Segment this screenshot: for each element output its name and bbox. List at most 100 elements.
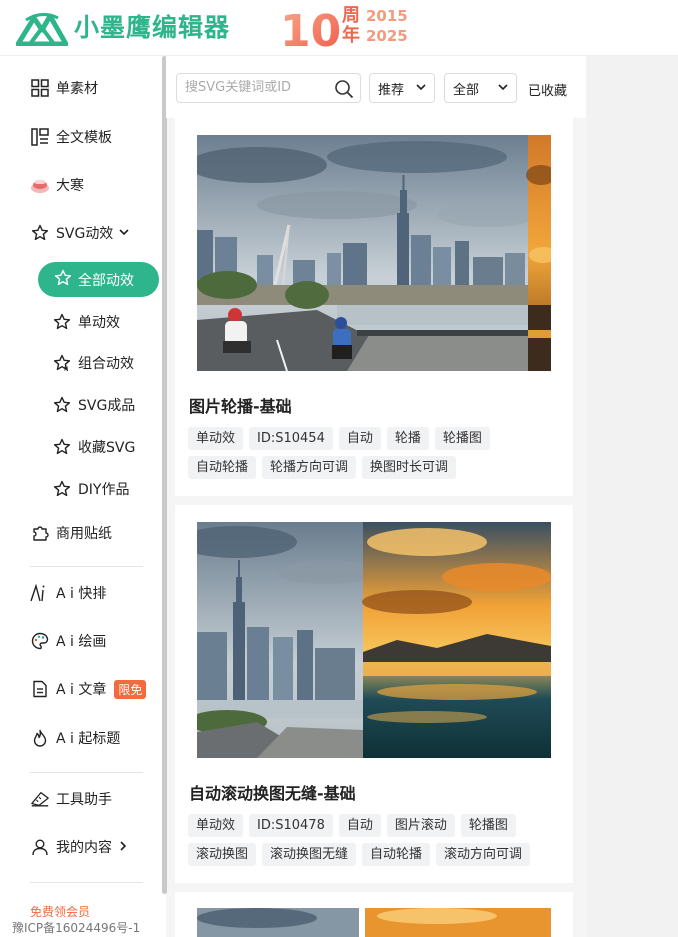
sub-item-combo-effect[interactable]: N 组合动效 [52,351,134,375]
logo-icon[interactable] [16,10,68,46]
sort-select[interactable]: 推荐 [369,73,435,103]
year-start: 2015 [366,7,408,25]
tag[interactable]: ID:S10478 [249,814,333,837]
right-blank-area [586,56,678,937]
chevron-down-icon [416,81,426,96]
svg-text:N: N [64,366,69,372]
anniversary-char-1: 周 [342,5,360,26]
card-preview-image[interactable] [197,522,551,758]
card-title[interactable]: 自动滚动换图无缝-基础 [189,780,356,804]
sidebar-item-label: A i 快排 [56,586,107,602]
sidebar-item-stickers[interactable]: 商用贴纸 [30,521,112,545]
puzzle-icon [30,523,50,543]
tag[interactable]: 单动效 [188,814,244,837]
sub-item-single-effect[interactable]: 单动效 [52,310,120,334]
user-icon [30,837,50,857]
sidebar-item-my-content[interactable]: 我的内容 [30,835,128,859]
sidebar-scrollbar[interactable] [162,56,167,894]
sidebar-item-label: SVG动效 [56,226,114,242]
sidebar-item-svg-effects[interactable]: SVG动效 [30,221,129,245]
free-vip-link[interactable]: 免费领会员 [30,903,90,917]
tag[interactable]: 轮播 [386,427,429,450]
content-scrollbar[interactable] [580,118,586,937]
sidebar-item-dahan[interactable]: 大寒 [30,173,84,197]
year-end: 2025 [366,27,408,45]
search-icon[interactable] [334,79,354,99]
tag[interactable]: 滚动换图无缝 [262,843,357,866]
sidebar-item-label: 商用贴纸 [56,526,112,542]
sort-select-value: 推荐 [378,82,405,98]
sidebar-item-label: A i 起标题 [56,731,121,747]
sub-item-label: 收藏SVG [78,440,136,456]
sub-item-label: 单动效 [78,315,120,331]
sub-item-favorite-svg[interactable]: 收藏SVG [52,435,135,459]
sub-item-all-effects[interactable]: 全部动效 [38,262,159,297]
tag[interactable]: 滚动方向可调 [436,843,531,866]
category-select[interactable]: 全部 [444,73,517,103]
anniversary-number: 10 [280,6,340,50]
star-icon [30,223,50,243]
star-icon [52,312,72,332]
tag[interactable]: 自动 [338,814,381,837]
tag[interactable]: 滚动换图 [188,843,257,866]
sidebar-item-ai-layout[interactable]: A i 快排 [30,581,106,605]
sidebar-item-label: 单素材 [56,81,98,97]
tag[interactable]: 轮播图 [434,427,490,450]
sidebar-item-label: 我的内容 [56,840,112,856]
flame-icon [30,728,50,748]
search-input[interactable] [185,80,335,95]
sub-item-label: 组合动效 [78,356,134,372]
card-tags: 单动效 ID:S10478 自动 图片滚动 轮播图 滚动换图 滚动换图无缝 自动… [188,814,560,866]
template-icon [30,127,50,147]
favorited-filter[interactable]: 已收藏 [528,80,567,99]
category-select-value: 全部 [453,82,480,98]
tag[interactable]: ID:S10454 [249,427,333,450]
sidebar-item-single-material[interactable]: 单素材 [30,76,98,100]
effect-card[interactable] [175,892,573,937]
star-icon [54,269,72,291]
star-icon [52,395,72,415]
star-icon [52,437,72,457]
anniversary-number-text: 10 [280,6,340,50]
sidebar-divider [30,882,143,883]
limited-free-badge: 限免 [114,679,147,699]
sidebar-item-ai-painting[interactable]: A i 绘画 [30,629,106,653]
effect-card[interactable]: 自动滚动换图无缝-基础 单动效 ID:S10478 自动 图片滚动 轮播图 滚动… [175,505,573,883]
chevron-down-icon [498,81,508,96]
tag[interactable]: 轮播方向可调 [262,456,357,479]
tag[interactable]: 自动 [338,427,381,450]
document-icon [30,679,50,699]
sidebar-item-full-template[interactable]: 全文模板 [30,125,112,149]
tag[interactable]: 换图时长可调 [362,456,457,479]
sub-item-svg-finished[interactable]: SVG成品 [52,393,135,417]
tag[interactable]: 自动轮播 [188,456,257,479]
star-icon [52,479,72,499]
icp-record[interactable]: 豫ICP备16024496号-1 [12,919,140,936]
card-preview-image[interactable] [197,908,551,937]
card-preview-image[interactable] [197,135,551,371]
sidebar-item-ai-title[interactable]: A i 起标题 [30,726,120,750]
effect-card[interactable]: 图片轮播-基础 单动效 ID:S10454 自动 轮播 轮播图 自动轮播 轮播方… [175,118,573,496]
anniversary-char-2: 年 [342,25,360,46]
sidebar-item-label: A i 绘画 [56,634,107,650]
tools-icon [30,789,50,809]
brand-name[interactable]: 小墨鹰编辑器 [74,11,230,45]
star-n-icon: N [52,353,72,373]
sidebar-item-ai-article[interactable]: A i 文章 限免 [30,677,147,701]
sidebar-divider [30,566,143,567]
sub-item-label: DIY作品 [78,482,130,498]
chevron-down-icon [119,225,129,241]
palette-icon [30,631,50,651]
card-title[interactable]: 图片轮播-基础 [189,393,292,417]
sub-item-diy-works[interactable]: DIY作品 [52,477,129,501]
tag[interactable]: 自动轮播 [362,843,431,866]
sub-item-label: 全部动效 [78,272,134,289]
sub-item-label: SVG成品 [78,398,136,414]
tag[interactable]: 轮播图 [460,814,516,837]
card-tags: 单动效 ID:S10454 自动 轮播 轮播图 自动轮播 轮播方向可调 换图时长… [188,427,560,479]
search-box[interactable] [176,73,361,103]
festival-icon [30,175,50,195]
sidebar-item-tools[interactable]: 工具助手 [30,787,112,811]
tag[interactable]: 图片滚动 [386,814,455,837]
tag[interactable]: 单动效 [188,427,244,450]
